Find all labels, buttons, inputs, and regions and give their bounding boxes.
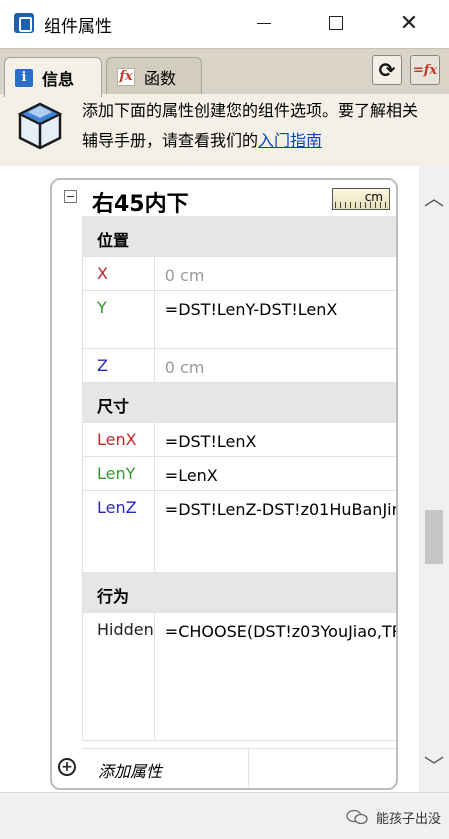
info-banner: 添加下面的属性创建您的组件选项。要了解相关辅导手册，请查看我们的入门指南 [0, 94, 449, 166]
ruler-icon [335, 202, 387, 208]
attribute-row-lenz: LenZ =DST!LenZ-DST!z01HuBanJing [82, 490, 396, 573]
tab-info[interactable]: i 信息 [4, 57, 102, 97]
maximize-button[interactable] [312, 0, 360, 46]
attribute-name[interactable]: X [82, 256, 155, 291]
minimize-button[interactable] [240, 0, 288, 46]
attribute-value[interactable]: =CHOOSE(DST!z03YouJiao,TRUE,FALSE,TRUE) [153, 612, 396, 741]
divider [248, 748, 249, 788]
attribute-value[interactable]: =DST!LenY-DST!LenX [153, 290, 396, 349]
fx-icon: fx [117, 67, 135, 86]
divider [82, 748, 396, 749]
tab-strip: i 信息 fx 函数 ⟳ =fx [0, 48, 449, 97]
attribute-row-hidden: Hidden =CHOOSE(DST!z03YouJiao,TRUE,FALSE… [82, 612, 396, 741]
status-bar: 能孩子出没 [0, 792, 449, 839]
info-icon: i [15, 68, 33, 87]
collapse-button[interactable] [64, 190, 77, 203]
wechat-icon [346, 809, 368, 825]
scroll-up-icon[interactable]: ︿ [419, 182, 449, 210]
attribute-value[interactable]: =LenX [153, 456, 396, 491]
toggle-formula-view-button[interactable]: =fx [410, 55, 440, 85]
attribute-value[interactable]: 0 cm [153, 348, 396, 383]
sketchup-app-icon [14, 13, 34, 33]
attribute-row-lenx: LenX =DST!LenX [82, 422, 396, 457]
attribute-row-y: Y =DST!LenY-DST!LenX [82, 290, 396, 349]
title-bar: 组件属性 ✕ [0, 0, 449, 48]
component-panel: 右45内下 cm 位置 X 0 cm Y =DST!LenY-DST!LenX … [50, 178, 398, 790]
formula-toggle-icon: =fx [412, 62, 438, 78]
close-icon: ✕ [399, 10, 419, 36]
section-title: 行为 [82, 572, 396, 613]
section-behavior: 行为 [82, 572, 396, 613]
attribute-value[interactable]: =DST!LenX [153, 422, 396, 457]
attribute-name[interactable]: Z [82, 348, 155, 383]
getting-started-link[interactable]: 入门指南 [258, 131, 322, 150]
close-button[interactable]: ✕ [385, 0, 433, 46]
attribute-value[interactable]: =DST!LenZ-DST!z01HuBanJing [153, 490, 396, 573]
unit-selector[interactable]: cm [332, 188, 390, 210]
maximize-icon [329, 16, 343, 30]
attribute-row-x: X 0 cm [82, 256, 396, 291]
component-cube-icon [17, 102, 63, 150]
attribute-name[interactable]: Hidden [82, 612, 155, 741]
watermark-text: 能孩子出没 [376, 812, 442, 827]
component-name: 右45内下 [92, 192, 189, 217]
refresh-button[interactable]: ⟳ [372, 55, 402, 85]
scroll-down-icon[interactable]: ﹀ [419, 750, 449, 778]
window-title: 组件属性 [44, 17, 112, 37]
minimize-icon [257, 22, 271, 24]
attribute-name[interactable]: Y [82, 290, 155, 349]
add-circle-icon[interactable]: + [58, 758, 76, 776]
tab-functions[interactable]: fx 函数 [106, 57, 202, 95]
add-attribute-label[interactable]: 添加属性 [98, 758, 162, 782]
refresh-icon: ⟳ [378, 58, 396, 82]
tab-info-label: 信息 [42, 69, 75, 89]
tab-functions-label: 函数 [144, 68, 177, 88]
section-title: 尺寸 [82, 382, 396, 423]
banner-message: 添加下面的属性创建您的组件选项。要了解相关辅导手册，请查看我们的 [82, 101, 419, 150]
scroll-thumb[interactable] [425, 510, 443, 564]
add-attribute-row[interactable]: + 添加属性 [52, 748, 396, 788]
vertical-scrollbar[interactable]: ︿ ﹀ [419, 166, 449, 792]
attribute-value[interactable]: 0 cm [153, 256, 396, 291]
attributes-table: 位置 X 0 cm Y =DST!LenY-DST!LenX Z 0 cm 尺寸 [82, 216, 396, 741]
banner-text: 添加下面的属性创建您的组件选项。要了解相关辅导手册，请查看我们的入门指南 [82, 96, 432, 156]
minus-icon [67, 196, 74, 197]
section-title: 位置 [82, 216, 396, 257]
attribute-row-leny: LenY =LenX [82, 456, 396, 491]
attributes-scroll-area: 右45内下 cm 位置 X 0 cm Y =DST!LenY-DST!LenX … [0, 166, 419, 792]
attribute-name[interactable]: LenX [82, 422, 155, 457]
attribute-name[interactable]: LenZ [82, 490, 155, 573]
section-size: 尺寸 [82, 382, 396, 423]
attribute-name[interactable]: LenY [82, 456, 155, 491]
attribute-row-z: Z 0 cm [82, 348, 396, 383]
section-position: 位置 [82, 216, 396, 257]
